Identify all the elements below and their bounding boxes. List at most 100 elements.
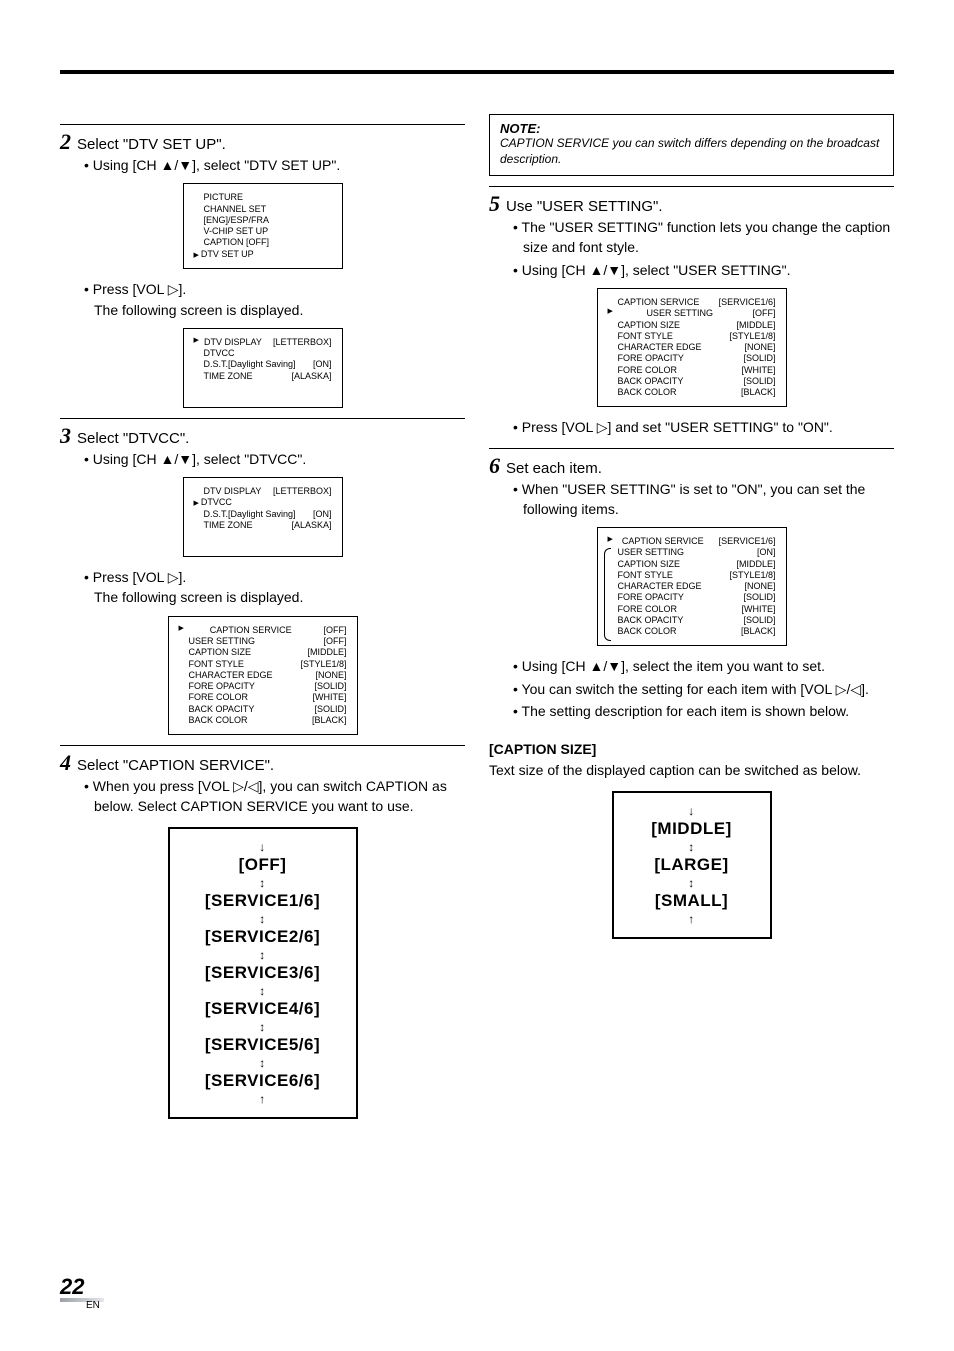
menu-val: [SOLID] — [737, 615, 775, 626]
step-4-bullet-1: When you press [VOL ▷/◁], you can switch… — [84, 776, 465, 817]
menu-item: PICTURE — [194, 192, 332, 203]
menu-key: BACK OPACITY — [189, 704, 255, 715]
menu-key: USER SETTING — [646, 308, 713, 319]
step-2-bullets-2: Press [VOL ▷]. The following screen is d… — [60, 279, 465, 320]
menu-row-selected: CAPTION SERVICE [OFF] — [179, 625, 347, 636]
page-number: 22 — [60, 1274, 104, 1300]
step-5-bullet-1: The "USER SETTING" function lets you cha… — [513, 217, 894, 258]
cycle-option: [SERVICE5/6] — [178, 1035, 348, 1055]
note-body: CAPTION SERVICE you can switch differs d… — [500, 136, 883, 167]
menu-key: DTV DISPLAY — [204, 337, 262, 348]
arrow-updown-icon: ↕ — [178, 913, 348, 925]
menu-val: [SERVICE1/6] — [713, 297, 776, 308]
menu-row: DTV DISPLAY[LETTERBOX] — [194, 337, 332, 348]
menu-val: [SOLID] — [737, 592, 775, 603]
step-3-bullet-2-after: The following screen is displayed. — [94, 589, 303, 605]
step-5-bullets-2: Press [VOL ▷] and set "USER SETTING" to … — [489, 417, 894, 437]
menu-item: CAPTION [OFF] — [194, 237, 332, 248]
menu-val: [SOLID] — [308, 681, 346, 692]
step-3-rule — [60, 418, 465, 419]
menu-row: FONT STYLE[STYLE1/8] — [608, 570, 776, 581]
menu-val: [ON] — [751, 547, 776, 558]
menu-key: FORE OPACITY — [189, 681, 255, 692]
menu-key: FORE COLOR — [618, 365, 678, 376]
menu-row: BACK OPACITY[SOLID] — [179, 704, 347, 715]
menu-key: TIME ZONE — [204, 371, 253, 382]
menu-val: [WHITE] — [736, 365, 776, 376]
step-2-rule — [60, 124, 465, 125]
menu-row: FORE COLOR[WHITE] — [179, 692, 347, 703]
step-2-bullet-2-after: The following screen is displayed. — [94, 302, 303, 318]
menu-key: CAPTION SIZE — [189, 647, 252, 658]
menu-row: FORE COLOR[WHITE] — [608, 604, 776, 615]
content-columns: 2 Select "DTV SET UP". Using [CH ▲/▼], s… — [60, 114, 894, 1129]
menu-row-selected: DTVCC — [194, 497, 332, 509]
menu-key: FONT STYLE — [189, 659, 244, 670]
note-title: NOTE: — [500, 121, 883, 136]
menu-val: [OFF] — [318, 625, 347, 636]
menu-val: [BLACK] — [735, 387, 776, 398]
menu-row: CAPTION SIZE[MIDDLE] — [179, 647, 347, 658]
menu-row: CAPTION SIZE[MIDDLE] — [608, 320, 776, 331]
step-5-bullets: The "USER SETTING" function lets you cha… — [489, 217, 894, 280]
cycle-option: [OFF] — [178, 855, 348, 875]
menu-key: CHARACTER EDGE — [618, 581, 702, 592]
step-2-menu-2: DTV DISPLAY[LETTERBOX] DTVCC D.S.T.[Dayl… — [183, 328, 343, 408]
menu-key: CAPTION SIZE — [618, 559, 681, 570]
menu-key: FONT STYLE — [618, 331, 673, 342]
arrow-updown-icon: ↕ — [622, 841, 762, 853]
menu-row: CAPTION SIZE[MIDDLE] — [608, 559, 776, 570]
menu-row: FORE COLOR [WHITE] — [608, 365, 776, 376]
page-header-rule — [60, 70, 894, 74]
step-6-bullet-2: Using [CH ▲/▼], select the item you want… — [513, 656, 894, 676]
menu-item: [ENG]/ESP/FRA — [194, 215, 332, 226]
menu-row: USER SETTING [ON] — [608, 547, 776, 558]
cycle-option: [SERVICE6/6] — [178, 1071, 348, 1091]
step-3-menu-2: CAPTION SERVICE [OFF] USER SETTING[OFF] C… — [168, 616, 358, 735]
menu-key: FORE COLOR — [189, 692, 249, 703]
step-2-header: 2 Select "DTV SET UP". — [60, 131, 465, 153]
step-5-bullet-2: Using [CH ▲/▼], select "USER SETTING". — [513, 260, 894, 280]
left-column: 2 Select "DTV SET UP". Using [CH ▲/▼], s… — [60, 114, 465, 1129]
step-3-bullets: Using [CH ▲/▼], select "DTVCC". — [60, 449, 465, 469]
menu-key: USER SETTING — [618, 547, 685, 558]
arrow-up-icon: ↑ — [622, 913, 762, 925]
menu-row: CAPTION SERVICE[SERVICE1/6] — [608, 297, 776, 308]
menu-val: [NONE] — [738, 581, 775, 592]
arrow-updown-icon: ↕ — [178, 1057, 348, 1069]
menu-row: TIME ZONE[ALASKA] — [194, 371, 332, 382]
menu-val: [SOLID] — [737, 353, 775, 364]
menu-val: [ON] — [307, 509, 332, 520]
menu-row: DTV DISPLAY[LETTERBOX] — [194, 486, 332, 497]
menu-val: [STYLE1/8] — [294, 659, 346, 670]
menu-val: [ON] — [307, 359, 332, 370]
cycle-option: [SERVICE3/6] — [178, 963, 348, 983]
menu-row: BACK OPACITY [SOLID] — [608, 615, 776, 626]
menu-val: [NONE] — [738, 342, 775, 353]
step-6-menu: CAPTION SERVICE[SERVICE1/6] USER SETTING… — [597, 527, 787, 646]
caption-service-cycle: ↓ [OFF] ↕ [SERVICE1/6] ↕ [SERVICE2/6] ↕ … — [168, 827, 358, 1119]
menu-key: FORE COLOR — [618, 604, 678, 615]
menu-val: [NONE] — [309, 670, 346, 681]
menu-row: FONT STYLE [STYLE1/8] — [179, 659, 347, 670]
step-5-bullet-3: Press [VOL ▷] and set "USER SETTING" to … — [513, 417, 894, 437]
menu-row-selected: USER SETTING[OFF] — [608, 308, 776, 319]
step-6-bullet-3: You can switch the setting for each item… — [513, 679, 894, 699]
cycle-option: [SERVICE4/6] — [178, 999, 348, 1019]
step-2-title: Select "DTV SET UP". — [77, 136, 226, 153]
menu-key: TIME ZONE — [204, 520, 253, 531]
menu-key: BACK COLOR — [618, 387, 677, 398]
step-5-rule — [489, 186, 894, 187]
arrow-down-icon: ↓ — [622, 805, 762, 817]
menu-key: BACK OPACITY — [618, 615, 684, 626]
menu-row: CHARACTER EDGE[NONE] — [179, 670, 347, 681]
step-6-bullet-4: The setting description for each item is… — [513, 701, 894, 721]
cycle-option: [LARGE] — [622, 855, 762, 875]
menu-key: CAPTION SERVICE — [210, 625, 292, 636]
menu-val: [SOLID] — [737, 376, 775, 387]
menu-val: [MIDDLE] — [730, 320, 775, 331]
step-2-bullet-2-text: Press [VOL ▷]. — [93, 281, 187, 297]
step-2-bullets: Using [CH ▲/▼], select "DTV SET UP". — [60, 155, 465, 175]
menu-row: USER SETTING[OFF] — [179, 636, 347, 647]
menu-key: FONT STYLE — [618, 570, 673, 581]
